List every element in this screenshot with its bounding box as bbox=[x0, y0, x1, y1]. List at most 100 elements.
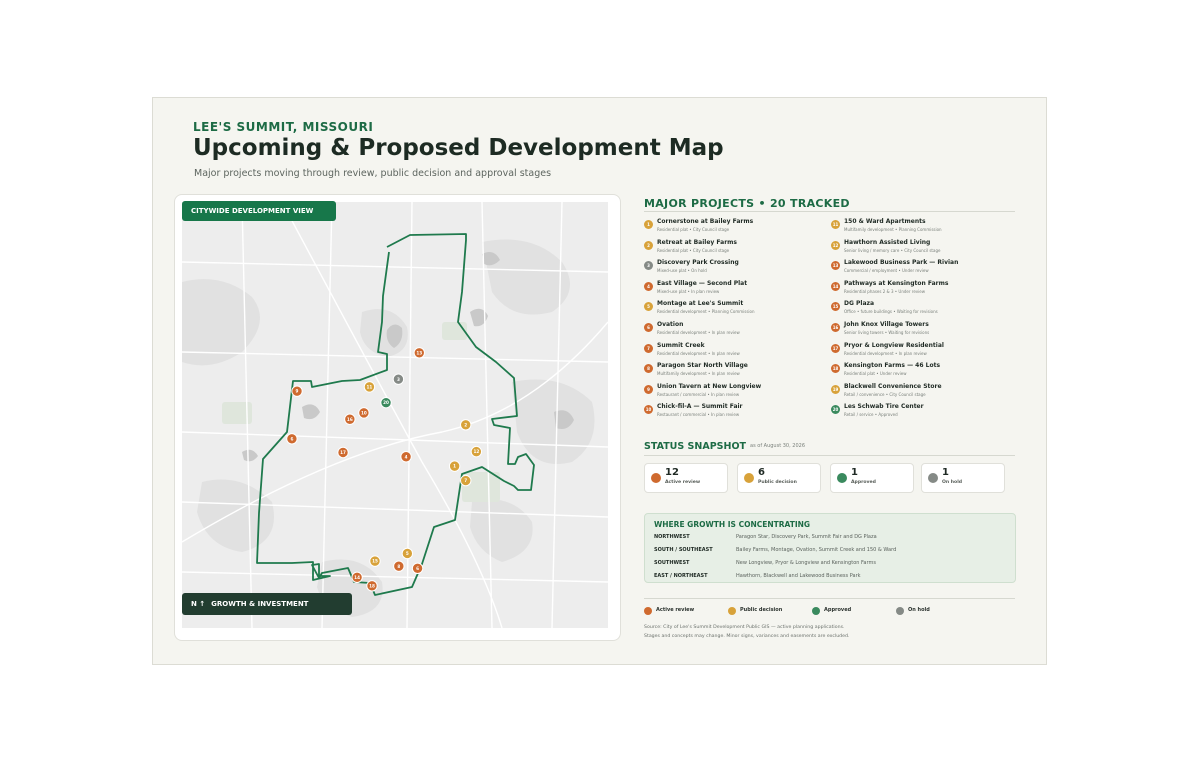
status-dot bbox=[928, 473, 938, 483]
snapshot-heading: STATUS SNAPSHOT bbox=[644, 441, 746, 452]
map-marker-9[interactable]: 9 bbox=[291, 385, 303, 397]
map-marker-6[interactable]: 6 bbox=[411, 562, 424, 575]
marker-number: 6 bbox=[416, 566, 419, 571]
map-marker-7[interactable]: 7 bbox=[460, 474, 472, 487]
map-marker-17[interactable]: 17 bbox=[337, 446, 349, 459]
project-number-badge: 20 bbox=[831, 405, 840, 415]
project-list-item[interactable]: 15 DG Plaza Office • future buildings • Wa… bbox=[831, 300, 1011, 321]
map-footer-label: GROWTH & INVESTMENT bbox=[211, 600, 309, 608]
map-marker-20[interactable]: 20 bbox=[380, 396, 392, 409]
marker-number: 16 bbox=[347, 417, 353, 422]
status-card-public: 6 Public decision bbox=[737, 463, 821, 493]
disclaimer-note: Stages and concepts may change. Minor si… bbox=[644, 634, 850, 639]
map-marker-1[interactable]: 1 bbox=[448, 460, 461, 472]
project-list-item[interactable]: 20 Les Schwab Tire Center Retail / service… bbox=[831, 403, 1011, 424]
project-list-item[interactable]: 11 150 & Ward Apartments Multifamily devel… bbox=[831, 218, 1011, 239]
map-marker-13[interactable]: 13 bbox=[413, 347, 425, 359]
project-list-item[interactable]: 14 Pathways at Kensington Farms Residentia… bbox=[831, 280, 1011, 301]
project-meta: Residential plat • Under review bbox=[844, 371, 907, 377]
map-footer-tag: N ↑ GROWTH & INVESTMENT bbox=[182, 593, 352, 615]
project-meta: Mixed-use plat • In plan review bbox=[657, 288, 720, 294]
project-name: Montage at Lee's Summit bbox=[657, 300, 744, 308]
map-marker-6[interactable]: 6 bbox=[286, 433, 298, 445]
project-number-badge: 5 bbox=[644, 302, 653, 312]
poster-board: LEE'S SUMMIT, MISSOURI Upcoming & Propos… bbox=[152, 97, 1047, 665]
project-meta: Residential development • In plan review bbox=[657, 329, 740, 335]
marker-number: 6 bbox=[290, 436, 293, 441]
project-number-badge: 12 bbox=[831, 240, 840, 250]
project-list-item[interactable]: 1 Cornerstone at Bailey Farms Residential … bbox=[644, 218, 824, 239]
legend-swatch bbox=[812, 607, 820, 615]
project-meta: Restaurant / commercial • In plan review bbox=[657, 391, 740, 397]
projects-heading: MAJOR PROJECTS • 20 TRACKED bbox=[644, 197, 850, 210]
development-map[interactable]: 1 2 3 4 5 6 6 7 8 9 10 11 12 13 14 15 16 17 18 20 bbox=[182, 202, 608, 628]
legend-label: Approved bbox=[824, 607, 852, 613]
project-list-item[interactable]: 6 Ovation Residential development • In pla… bbox=[644, 321, 824, 342]
project-name: Ovation bbox=[657, 320, 684, 328]
project-name: Cornerstone at Bailey Farms bbox=[657, 218, 754, 225]
project-list-item[interactable]: 9 Union Tavern at New Longview Restaurant … bbox=[644, 383, 824, 404]
growth-projects: Hawthorn, Blackwell and Lakewood Busines… bbox=[736, 573, 861, 579]
project-meta: Multifamily development • Planning Commi… bbox=[844, 227, 942, 232]
project-name: Pryor & Longview Residential bbox=[844, 341, 944, 349]
legend-label: Public decision bbox=[740, 607, 783, 613]
map-marker-12[interactable]: 12 bbox=[470, 445, 483, 458]
project-name: Les Schwab Tire Center bbox=[844, 403, 924, 411]
project-meta: Retail / service • Approved bbox=[844, 412, 898, 418]
map-marker-14[interactable]: 14 bbox=[351, 571, 363, 584]
map-marker-16[interactable]: 16 bbox=[344, 413, 356, 425]
snapshot-divider bbox=[644, 455, 1015, 456]
legend-label: Active review bbox=[656, 607, 695, 613]
map-marker-3[interactable]: 3 bbox=[392, 373, 405, 385]
map-view-tag: CITYWIDE DEVELOPMENT VIEW bbox=[182, 201, 336, 221]
project-list-item[interactable]: 12 Hawthorn Assisted Living Senior living … bbox=[831, 239, 1011, 260]
project-list-item[interactable]: 10 Chick-fil-A — Summit Fair Restaurant / … bbox=[644, 403, 824, 424]
map-marker-10[interactable]: 10 bbox=[358, 407, 370, 419]
project-name: Chick-fil-A — Summit Fair bbox=[657, 403, 743, 411]
project-list-item[interactable]: 3 Discovery Park Crossing Mixed-use plat •… bbox=[644, 259, 824, 280]
legend-label: On hold bbox=[908, 607, 930, 613]
map-marker-18[interactable]: 18 bbox=[366, 580, 378, 592]
project-number-badge: 17 bbox=[831, 343, 840, 353]
map-marker-4[interactable]: 4 bbox=[400, 451, 412, 463]
map-canvas[interactable]: 123456678910111213141516171820 bbox=[182, 202, 608, 628]
project-number-badge: 7 bbox=[644, 343, 653, 353]
project-meta: Residential development • In plan review bbox=[844, 350, 927, 356]
project-name: DG Plaza bbox=[844, 300, 875, 308]
project-list-item[interactable]: 5 Montage at Lee's Summit Residential deve… bbox=[644, 300, 824, 321]
project-list-item[interactable]: 4 East Village — Second Plat Mixed-use pla… bbox=[644, 280, 824, 301]
project-number-badge: 18 bbox=[831, 364, 840, 374]
map-marker-11[interactable]: 11 bbox=[363, 381, 376, 393]
project-list-item[interactable]: 13 Lakewood Business Park — Rivian Commerc… bbox=[831, 259, 1011, 280]
map-marker-2[interactable]: 2 bbox=[460, 419, 472, 431]
map-marker-15[interactable]: 15 bbox=[369, 555, 381, 567]
status-label: Public decision bbox=[758, 480, 797, 485]
project-name: Lakewood Business Park — Rivian bbox=[844, 259, 959, 267]
project-name: East Village — Second Plat bbox=[657, 279, 748, 287]
project-list-item[interactable]: 8 Paragon Star North Village Multifamily d… bbox=[644, 362, 824, 383]
project-list-item[interactable]: 16 John Knox Village Towers Senior living … bbox=[831, 321, 1011, 342]
growth-region: NORTHWEST bbox=[654, 534, 690, 540]
status-label: On hold bbox=[942, 480, 963, 485]
project-list-item[interactable]: 7 Summit Creek Residential development • I… bbox=[644, 342, 824, 363]
project-name: Discovery Park Crossing bbox=[657, 259, 739, 267]
project-list-item[interactable]: 19 Blackwell Convenience Store Retail / co… bbox=[831, 383, 1011, 404]
project-number-badge: 2 bbox=[644, 240, 653, 250]
project-list-item[interactable]: 18 Kensington Farms — 46 Lots Residential … bbox=[831, 362, 1011, 383]
legend-swatch bbox=[728, 607, 736, 615]
growth-projects: Paragon Star, Discovery Park, Summit Fai… bbox=[736, 534, 877, 540]
project-number-badge: 16 bbox=[831, 322, 840, 332]
map-marker-5[interactable]: 5 bbox=[401, 547, 414, 560]
marker-number: 4 bbox=[405, 454, 408, 459]
project-list-item[interactable]: 17 Pryor & Longview Residential Residentia… bbox=[831, 342, 1011, 363]
marker-number: 3 bbox=[397, 377, 400, 382]
project-name: Retreat at Bailey Farms bbox=[657, 238, 737, 246]
project-meta: Residential phases 2 & 3 • Under review bbox=[844, 288, 925, 294]
project-number-badge: 8 bbox=[644, 364, 653, 374]
marker-number: 12 bbox=[473, 449, 479, 454]
project-meta: Restaurant / commercial • In plan review bbox=[657, 412, 740, 418]
project-number-badge: 19 bbox=[831, 384, 840, 394]
project-name: 150 & Ward Apartments bbox=[844, 218, 926, 225]
map-marker-8[interactable]: 8 bbox=[393, 560, 405, 572]
project-list-item[interactable]: 2 Retreat at Bailey Farms Residential plat… bbox=[644, 239, 824, 260]
